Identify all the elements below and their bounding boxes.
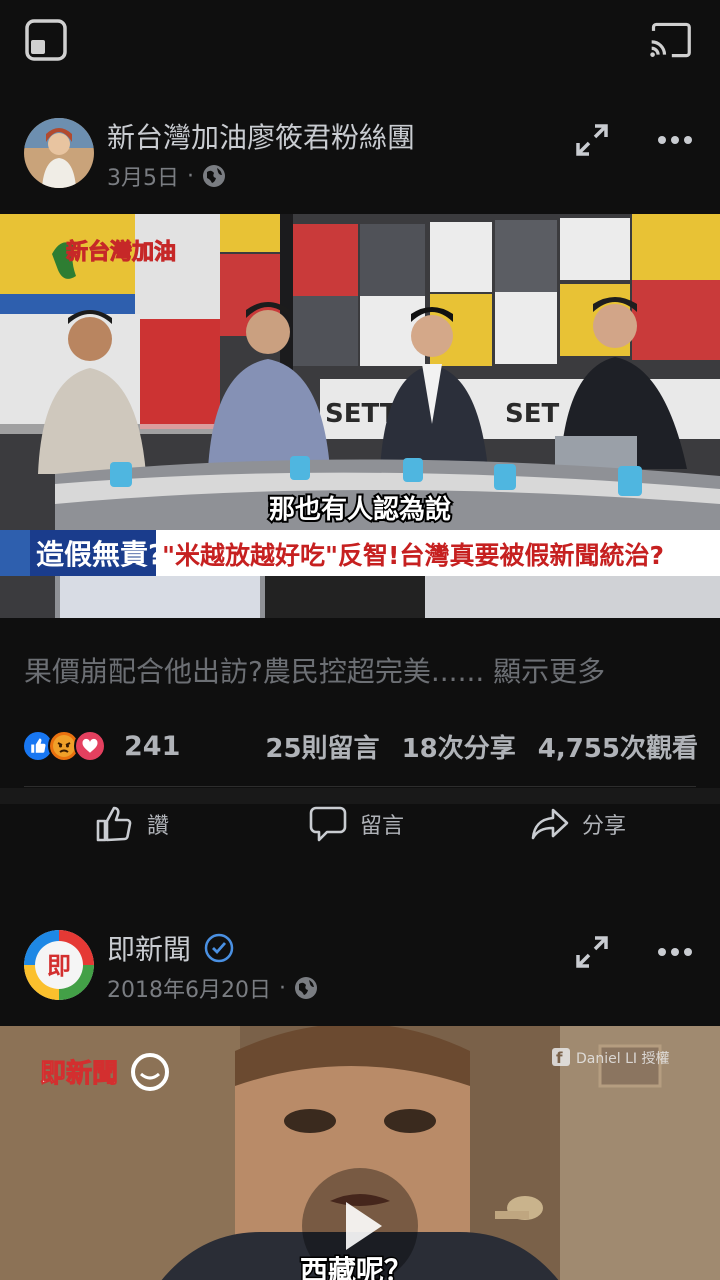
video-player[interactable]: 即新聞 f Daniel LI 授權 西藏呢？	[0, 1026, 720, 1280]
more-options-button[interactable]	[655, 932, 695, 972]
share-button[interactable]: 分享	[530, 804, 626, 844]
views-count: 4,755次觀看	[537, 733, 698, 764]
video-player[interactable]: SETTV SET 新台灣加油 那也有人認為說 造假無責? "米越放越好吃"反智…	[0, 214, 720, 618]
svg-text:f: f	[556, 1049, 563, 1067]
meta-separator: ·	[187, 163, 194, 189]
verified-badge-icon	[204, 933, 234, 963]
thumbs-up-icon	[96, 806, 132, 842]
share-label: 分享	[582, 814, 627, 839]
video-subtitle: 西藏呢？	[300, 1254, 412, 1280]
banner-left: 造假無責?	[36, 538, 164, 571]
picture-in-picture-button[interactable]	[24, 18, 68, 62]
svg-text:SET: SET	[505, 399, 559, 429]
stat-items: 25則留言 18次分享 4,755次觀看	[265, 728, 698, 765]
show-logo-text: 新台灣加油	[66, 239, 176, 265]
love-reaction-icon	[74, 730, 106, 762]
post-header: 即 即新聞 2018年6月20日 ·	[0, 912, 720, 1026]
comment-button[interactable]: 留言	[308, 804, 404, 844]
post-header: 新台灣加油廖筱君粉絲團 3月5日 ·	[0, 100, 720, 214]
reactions-count[interactable]: 241	[124, 731, 180, 762]
video-subtitle: 那也有人認為說	[269, 494, 451, 525]
globe-icon	[203, 165, 225, 187]
more-options-button[interactable]	[655, 120, 695, 160]
video-post: 即 即新聞 2018年6月20日 · 即新聞 f Daniel LI 授權 西藏…	[0, 912, 720, 1280]
author-label: 即新聞	[107, 933, 192, 966]
post-meta: 2018年6月20日 ·	[107, 972, 318, 1004]
caption-text: 果價崩配合他出訪?農民控超完美......	[24, 655, 485, 688]
meta-separator: ·	[278, 975, 286, 1001]
post-meta: 3月5日 ·	[107, 160, 226, 192]
see-more-link[interactable]: 顯示更多	[493, 655, 605, 688]
post-date: 2018年6月20日	[107, 978, 271, 1003]
more-icon	[658, 136, 692, 144]
video-credit: Daniel LI 授權	[576, 1051, 669, 1067]
author-name[interactable]: 即新聞	[107, 928, 235, 968]
expand-button[interactable]	[572, 932, 612, 972]
comment-label: 留言	[360, 814, 405, 839]
expand-icon	[576, 936, 608, 968]
comments-count[interactable]: 25則留言	[265, 728, 379, 765]
cast-icon	[650, 22, 691, 58]
post-date: 3月5日	[107, 166, 179, 191]
post-separator	[0, 788, 720, 804]
like-label: 讚	[147, 814, 170, 839]
reactions[interactable]	[22, 730, 106, 762]
banner-right: "米越放越好吃"反智!台灣真要被假新聞統治?	[162, 541, 664, 570]
engagement-stats: 241 25則留言 18次分享 4,755次觀看	[22, 726, 698, 766]
more-icon	[658, 948, 692, 956]
avatar[interactable]: 即	[24, 930, 94, 1000]
expand-button[interactable]	[572, 120, 612, 160]
avatar[interactable]	[24, 118, 94, 188]
expand-icon	[576, 124, 608, 156]
pip-icon	[25, 19, 67, 61]
shares-count[interactable]: 18次分享	[402, 728, 516, 765]
video-brand: 即新聞	[40, 1058, 118, 1089]
share-icon	[531, 808, 569, 840]
like-button[interactable]: 讚	[95, 804, 169, 844]
divider	[24, 786, 696, 787]
video-post: 新台灣加油廖筱君粉絲團 3月5日 · SETTV SET 新台灣加油 那也有人認…	[0, 100, 720, 842]
top-bar	[0, 0, 720, 82]
action-bar: 讚 留言 分享	[0, 796, 720, 866]
globe-icon	[294, 977, 317, 999]
author-name[interactable]: 新台灣加油廖筱君粉絲團	[107, 116, 415, 156]
comment-icon	[309, 806, 347, 842]
svg-text:即: 即	[47, 952, 71, 980]
post-caption: 果價崩配合他出訪?農民控超完美...... 顯示更多	[24, 650, 605, 690]
cast-button[interactable]	[648, 18, 692, 62]
